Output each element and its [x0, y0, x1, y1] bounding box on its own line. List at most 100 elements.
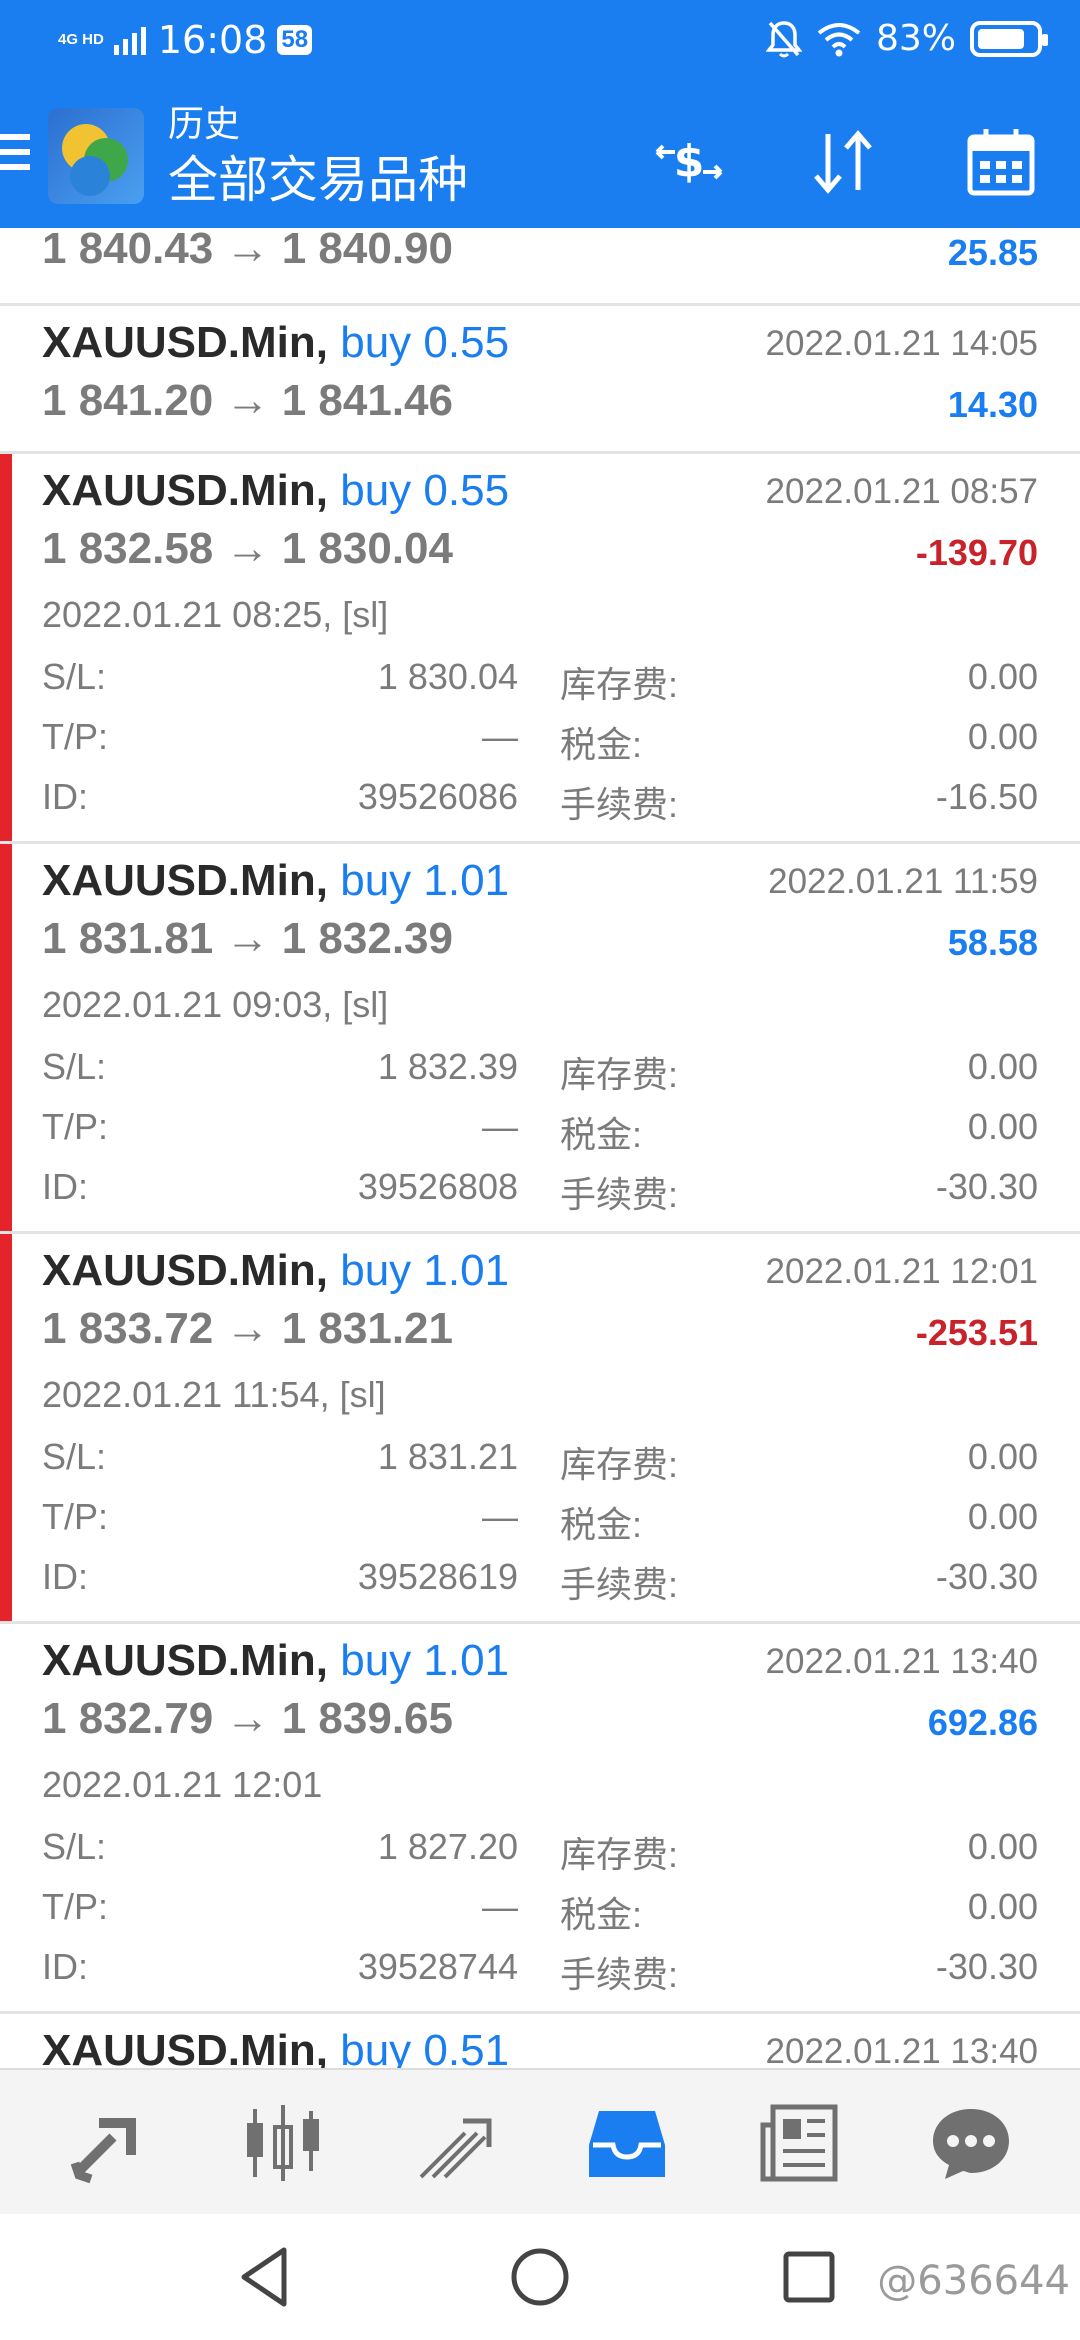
history-row-expanded[interactable]: XAUUSD.Min, buy 1.01 2022.01.21 12:01 1 …: [0, 1234, 1080, 1624]
symbol-label: XAUUSD.Min, buy 0.51: [42, 2026, 509, 2068]
symbol-label: XAUUSD.Min, buy 0.55: [42, 466, 509, 516]
nav-quotes[interactable]: [56, 2088, 166, 2198]
id-label: ID:: [42, 1166, 89, 1207]
nav-chart[interactable]: [228, 2088, 338, 2198]
tax-value: 0.00: [967, 1106, 1038, 1147]
history-row-expanded[interactable]: XAUUSD.Min, buy 1.01 2022.01.21 13:40 1 …: [0, 1624, 1080, 2014]
price-range: 1 840.43 → 1 840.90: [42, 228, 453, 273]
id-label: ID:: [42, 1946, 89, 1987]
tax-label: 税金:: [560, 1894, 643, 1935]
swap-label: 库存费:: [560, 664, 679, 705]
id-label: ID:: [42, 776, 89, 817]
history-row-partial[interactable]: 1 840.43 → 1 840.90 25.85: [0, 228, 1080, 306]
price-range: 1 831.81 → 1 832.39: [42, 914, 453, 963]
sl-value: 1 831.21: [377, 1436, 518, 1477]
top-bar: 4G HD 16:08 58 83% 历史 全部交易品种 $: [0, 0, 1080, 228]
currency-exchange-icon: $: [655, 136, 723, 187]
symbol-name: XAUUSD.Min,: [42, 1636, 328, 1685]
price-range: 1 832.58 → 1 830.04: [42, 524, 453, 573]
back-button[interactable]: [230, 2242, 300, 2312]
app-bar: 历史 全部交易品种 $: [0, 96, 1080, 228]
nav-trade[interactable]: [400, 2088, 510, 2198]
recents-button[interactable]: [774, 2242, 844, 2312]
symbol-name: XAUUSD.Min,: [42, 466, 328, 515]
battery-icon: [970, 20, 1048, 57]
commission-label: 手续费:: [560, 1564, 679, 1605]
home-button[interactable]: [505, 2242, 575, 2312]
sl-label: S/L:: [42, 656, 107, 697]
symbol-label: XAUUSD.Min, buy 1.01: [42, 1246, 509, 1296]
nav-history[interactable]: [572, 2088, 682, 2198]
calendar-button[interactable]: [958, 122, 1044, 202]
open-time: 2022.01.21 12:01: [42, 1764, 323, 1805]
trade-side: buy 0.55: [340, 318, 510, 367]
trade-side: buy 1.01: [340, 1246, 510, 1295]
profit-value: -253.51: [915, 1312, 1038, 1353]
profit-value: -139.70: [915, 532, 1038, 573]
id-value: 39528744: [357, 1946, 518, 1987]
notification-badge: 58: [277, 25, 313, 55]
tax-value: 0.00: [967, 716, 1038, 757]
close-time: 2022.01.21 13:40: [765, 2032, 1038, 2068]
tp-value: —: [482, 1106, 518, 1147]
commission-value: -30.30: [935, 1166, 1038, 1207]
back-icon: [241, 2247, 287, 2307]
profit-value: 692.86: [927, 1702, 1038, 1743]
sl-value: 1 832.39: [377, 1046, 518, 1087]
close-time: 2022.01.21 12:01: [765, 1252, 1038, 1291]
symbol-name: XAUUSD.Min,: [42, 1246, 328, 1295]
swap-label: 库存费:: [560, 1444, 679, 1485]
tax-value: 0.00: [967, 1496, 1038, 1537]
watermark: @636644: [877, 2258, 1070, 2304]
currency-exchange-button[interactable]: $: [646, 122, 732, 202]
commission-value: -16.50: [935, 776, 1038, 817]
history-row-expanded[interactable]: XAUUSD.Min, buy 0.55 2022.01.21 08:57 1 …: [0, 454, 1080, 844]
id-value: 39526086: [357, 776, 518, 817]
swap-value: 0.00: [967, 1046, 1038, 1087]
symbol-filter: 全部交易品种: [168, 152, 468, 208]
bottom-nav: [0, 2068, 1080, 2214]
tax-label: 税金:: [560, 1114, 643, 1155]
trade-side: buy 1.01: [340, 856, 510, 905]
trade-side: buy 0.51: [340, 2026, 510, 2068]
close-time: 2022.01.21 14:05: [765, 324, 1038, 363]
chat-icon: [933, 2109, 1009, 2179]
history-row[interactable]: XAUUSD.Min, buy 0.55 2022.01.21 14:05 1 …: [0, 306, 1080, 454]
id-value: 39528619: [357, 1556, 518, 1597]
calendar-icon: [967, 129, 1035, 196]
commission-label: 手续费:: [560, 1174, 679, 1215]
sl-label: S/L:: [42, 1046, 107, 1087]
swap-label: 库存费:: [560, 1834, 679, 1875]
sort-button[interactable]: [800, 122, 886, 202]
commission-value: -30.30: [935, 1946, 1038, 1987]
symbol-name: XAUUSD.Min,: [42, 318, 328, 367]
tp-value: —: [482, 1496, 518, 1537]
svg-text:$: $: [674, 136, 705, 187]
history-row-expanded[interactable]: XAUUSD.Min, buy 1.01 2022.01.21 11:59 1 …: [0, 844, 1080, 1234]
tax-label: 税金:: [560, 724, 643, 765]
title-block[interactable]: 历史 全部交易品种: [168, 100, 468, 212]
menu-button[interactable]: [0, 134, 30, 178]
nav-chat[interactable]: [916, 2088, 1026, 2198]
profit-value: 14.30: [947, 384, 1038, 425]
profit-value: 58.58: [947, 922, 1038, 963]
swap-label: 库存费:: [560, 1054, 679, 1095]
commission-label: 手续费:: [560, 784, 679, 825]
nav-news[interactable]: [744, 2088, 854, 2198]
commission-value: -30.30: [935, 1556, 1038, 1597]
logo-shape: [70, 156, 110, 196]
signal-icon: [113, 27, 146, 55]
quotes-icon: [70, 2118, 136, 2184]
close-time: 2022.01.21 11:59: [768, 862, 1038, 901]
history-list[interactable]: 1 840.43 → 1 840.90 25.85 XAUUSD.Min, bu…: [0, 228, 1080, 2068]
page-title: 历史: [168, 103, 241, 144]
tp-label: T/P:: [42, 1496, 109, 1537]
system-nav: @636644: [0, 2214, 1080, 2340]
app-logo: [48, 108, 144, 204]
status-time: 16:08: [157, 18, 268, 62]
tp-value: —: [482, 1886, 518, 1927]
home-icon: [511, 2248, 569, 2306]
open-time: 2022.01.21 09:03, [sl]: [42, 984, 389, 1025]
history-row-partial[interactable]: XAUUSD.Min, buy 0.51 2022.01.21 13:40: [0, 2014, 1080, 2068]
news-icon: [760, 2104, 838, 2182]
